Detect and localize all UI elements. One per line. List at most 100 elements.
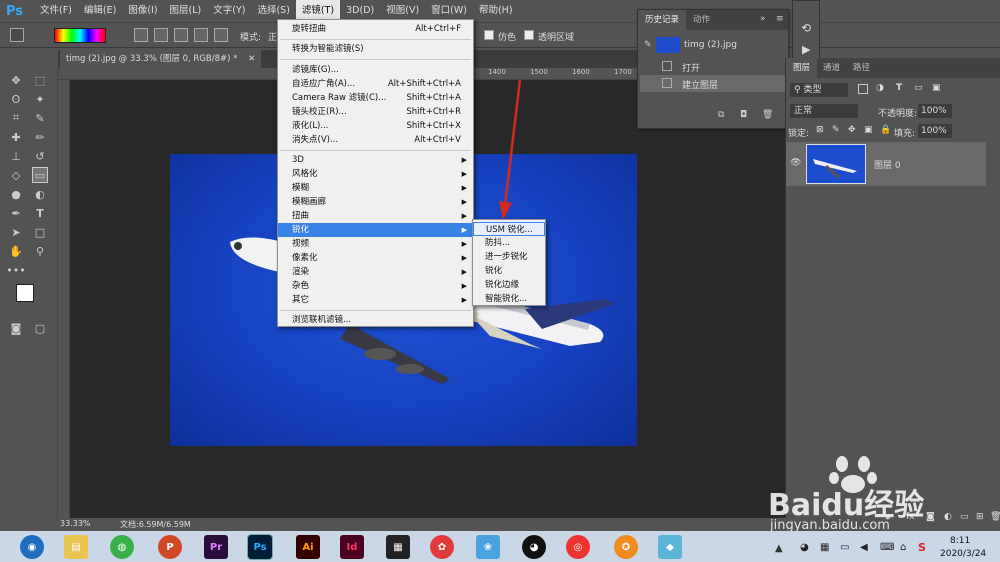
- tab-actions[interactable]: 动作: [686, 10, 717, 30]
- move-tool-icon[interactable]: ✥: [8, 72, 24, 88]
- lock-position-icon[interactable]: ✥: [848, 125, 856, 135]
- shape-filter-icon[interactable]: ▭: [914, 83, 923, 93]
- menu-item-liquify[interactable]: 液化(L)... Shift+Ctrl+X: [278, 119, 473, 133]
- transparency-checkbox[interactable]: [524, 30, 534, 40]
- zoom-tool-icon[interactable]: ⚲: [32, 243, 48, 259]
- menu-item-sharpen[interactable]: 锐化 ▶: [278, 223, 473, 237]
- browser-app-icon[interactable]: ◉: [20, 535, 44, 559]
- tab-paths[interactable]: 路径: [846, 58, 877, 78]
- opacity-input[interactable]: 100%: [918, 104, 952, 118]
- history-snapshot[interactable]: ✎ timg (2).jpg: [640, 36, 786, 56]
- hand-tool-icon[interactable]: ✋: [8, 243, 24, 259]
- actions-play-icon[interactable]: ▶: [802, 43, 810, 56]
- submenu-item-sharpen-edges[interactable]: 锐化边缘: [473, 278, 545, 292]
- pixel-filter-icon[interactable]: [858, 84, 868, 94]
- menu-image[interactable]: 图像(I): [122, 0, 163, 22]
- document-tab[interactable]: timg (2).jpg @ 33.3% (图层 0, RGB/8#) * ✕: [60, 50, 262, 68]
- eraser-tool-icon[interactable]: ◇: [8, 167, 24, 183]
- layer-row[interactable]: 👁 图层 0: [786, 142, 986, 186]
- menu-item-render[interactable]: 渲染 ▶: [278, 265, 473, 279]
- more-tools-icon[interactable]: •••: [6, 262, 25, 278]
- menu-item-stylize[interactable]: 风格化 ▶: [278, 167, 473, 181]
- sogou-ime-icon[interactable]: S: [918, 541, 926, 554]
- volume-icon[interactable]: ◀: [860, 542, 868, 553]
- layer-filter-select[interactable]: ⚲ 类型: [790, 83, 848, 97]
- illustrator-icon[interactable]: Ai: [296, 535, 320, 559]
- path-selection-tool-icon[interactable]: ➤: [8, 224, 24, 240]
- menu-layer[interactable]: 图层(L): [164, 0, 208, 22]
- visibility-eye-icon[interactable]: 👁: [790, 158, 801, 168]
- wechat-icon[interactable]: ◍: [110, 535, 134, 559]
- photoshop-taskbar-icon[interactable]: Ps: [247, 534, 273, 560]
- tray-icon[interactable]: ⌂: [900, 542, 906, 553]
- brush-tool-icon[interactable]: ✏: [32, 129, 48, 145]
- powerpoint-icon[interactable]: P: [158, 535, 182, 559]
- menu-item-video[interactable]: 视频 ▶: [278, 237, 473, 251]
- zoom-level[interactable]: 33.33%: [60, 519, 91, 528]
- quick-mask-icon[interactable]: ◙: [8, 320, 24, 336]
- dodge-tool-icon[interactable]: ◐: [32, 186, 48, 202]
- menu-item-vanishing-point[interactable]: 消失点(V)... Alt+Ctrl+V: [278, 133, 473, 147]
- submenu-item-sharpen-more[interactable]: 进一步锐化: [473, 250, 545, 264]
- menu-item-blur-gallery[interactable]: 模糊画廊 ▶: [278, 195, 473, 209]
- app-icon[interactable]: ✿: [430, 535, 454, 559]
- angle-gradient-button[interactable]: [174, 28, 188, 42]
- lock-transparent-icon[interactable]: ⊠: [816, 125, 824, 135]
- menu-item-other[interactable]: 其它 ▶: [278, 293, 473, 307]
- app-icon[interactable]: ❀: [476, 535, 500, 559]
- tray-icon[interactable]: ▦: [820, 542, 829, 553]
- mode-select[interactable]: 正: [268, 30, 277, 43]
- panel-collapse-icon[interactable]: »: [760, 14, 766, 24]
- tab-layers[interactable]: 图层: [786, 58, 818, 78]
- close-icon[interactable]: ✕: [248, 54, 255, 64]
- language-icon[interactable]: ⌨: [880, 542, 894, 553]
- menu-item-browse-online-filters[interactable]: 浏览联机滤镜...: [278, 313, 473, 327]
- app-icon[interactable]: ◆: [658, 535, 682, 559]
- menu-file[interactable]: 文件(F): [34, 0, 78, 22]
- camera-icon[interactable]: ◘: [740, 110, 747, 120]
- menu-item-blur[interactable]: 模糊 ▶: [278, 181, 473, 195]
- qq-icon[interactable]: ◕: [522, 535, 546, 559]
- lock-artboard-icon[interactable]: ▣: [864, 125, 873, 135]
- pen-tool-icon[interactable]: ✒: [8, 205, 24, 221]
- gradient-picker[interactable]: [54, 28, 106, 43]
- history-step[interactable]: 建立图层: [640, 75, 786, 92]
- file-explorer-icon[interactable]: ▤: [64, 535, 88, 559]
- smart-object-filter-icon[interactable]: ▣: [932, 83, 941, 93]
- menu-item-distort[interactable]: 扭曲 ▶: [278, 209, 473, 223]
- menu-help[interactable]: 帮助(H): [473, 0, 519, 22]
- menu-item-pixelate[interactable]: 像素化 ▶: [278, 251, 473, 265]
- menu-item-noise[interactable]: 杂色 ▶: [278, 279, 473, 293]
- tool-preset-picker[interactable]: [10, 28, 24, 42]
- screen-mode-icon[interactable]: ▢: [32, 320, 48, 336]
- lock-all-icon[interactable]: 🔒: [880, 125, 891, 135]
- tab-history[interactable]: 历史记录: [638, 10, 687, 30]
- lock-image-icon[interactable]: ✎: [832, 125, 840, 135]
- submenu-item-smart-sharpen[interactable]: 智能锐化...: [473, 292, 545, 306]
- reflected-gradient-button[interactable]: [194, 28, 208, 42]
- type-tool-icon[interactable]: T: [32, 205, 48, 221]
- tray-icon[interactable]: ◕: [800, 542, 809, 553]
- magic-wand-tool-icon[interactable]: ✦: [32, 91, 48, 107]
- diamond-gradient-button[interactable]: [214, 28, 228, 42]
- menu-item-3d[interactable]: 3D ▶: [278, 153, 473, 167]
- menu-item-convert-smart-filter[interactable]: 转换为智能滤镜(S): [278, 42, 473, 56]
- marquee-tool-icon[interactable]: ⬚: [32, 72, 48, 88]
- video-editor-icon[interactable]: ▦: [386, 535, 410, 559]
- panel-menu-icon[interactable]: ≡: [776, 14, 784, 24]
- type-filter-icon[interactable]: T: [896, 83, 902, 93]
- app-icon[interactable]: ✪: [614, 535, 638, 559]
- menu-item-camera-raw[interactable]: Camera Raw 滤镜(C)... Shift+Ctrl+A: [278, 91, 473, 105]
- blend-mode-select[interactable]: 正常: [790, 104, 858, 118]
- radial-gradient-button[interactable]: [154, 28, 168, 42]
- submenu-item-sharpen[interactable]: 锐化: [473, 264, 545, 278]
- network-icon[interactable]: ▭: [840, 542, 849, 553]
- menu-item-filter-gallery[interactable]: 滤镜库(G)...: [278, 63, 473, 77]
- adjustment-filter-icon[interactable]: ◑: [876, 83, 884, 93]
- menu-type[interactable]: 文字(Y): [207, 0, 251, 22]
- blur-tool-icon[interactable]: ●: [8, 186, 24, 202]
- lasso-tool-icon[interactable]: ʘ: [8, 91, 24, 107]
- eyedropper-tool-icon[interactable]: ✎: [32, 110, 48, 126]
- dither-checkbox[interactable]: [484, 30, 494, 40]
- crop-tool-icon[interactable]: ⌗: [8, 110, 24, 126]
